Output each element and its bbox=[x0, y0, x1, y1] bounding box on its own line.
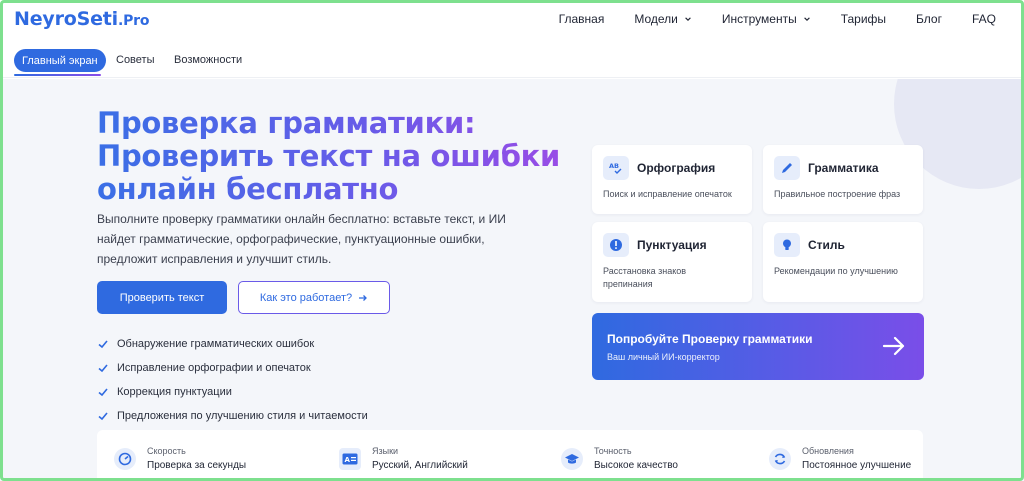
how-it-works-button[interactable]: Как это работает? bbox=[238, 281, 390, 314]
site-logo[interactable]: NeyroSeti.Pro bbox=[14, 8, 149, 30]
active-tab-indicator bbox=[14, 74, 101, 76]
exclamation-icon bbox=[603, 233, 629, 257]
stat-value: Высокое качество bbox=[594, 460, 678, 471]
try-grammar-check-banner[interactable]: Попробуйте Проверку грамматики Ваш личны… bbox=[592, 313, 924, 380]
card-description: Расстановка знаков препинания bbox=[603, 266, 687, 289]
card-style[interactable]: Стиль Рекомендации по улучшению bbox=[763, 222, 923, 302]
card-title: Пунктуация bbox=[637, 238, 707, 252]
card-punctuation[interactable]: Пунктуация Расстановка знаков препинания bbox=[592, 222, 752, 302]
nav-label: Инструменты bbox=[721, 12, 797, 26]
logo-text: NeyroSeti bbox=[14, 8, 118, 30]
stat-value: Проверка за секунды bbox=[147, 460, 247, 471]
hero-section: Проверка грамматики: Проверить текст на … bbox=[0, 79, 1024, 481]
feature-text: Исправление орфографии и опечаток bbox=[117, 362, 311, 374]
stat-value: Постоянное улучшение bbox=[802, 460, 912, 471]
nav-item-pricing[interactable]: Тарифы bbox=[841, 12, 886, 26]
nav-label: FAQ bbox=[971, 12, 996, 26]
feature-text: Коррекция пунктуации bbox=[117, 386, 232, 398]
button-label: Как это работает? bbox=[259, 291, 353, 304]
card-grammar[interactable]: Грамматика Правильное построение фраз bbox=[763, 145, 923, 214]
card-description: Правильное построение фраз bbox=[774, 189, 901, 199]
stat-updates: Обновления Постоянное улучшение bbox=[769, 445, 911, 473]
check-icon bbox=[98, 364, 108, 373]
stat-languages: A Языки Русский, Английский bbox=[339, 445, 468, 473]
list-item: Обнаружение грамматических ошибок bbox=[97, 332, 368, 356]
refresh-icon bbox=[769, 448, 791, 470]
chevron-down-icon bbox=[685, 17, 691, 21]
tab-main-screen[interactable]: Главный экран bbox=[14, 49, 106, 72]
list-item: Исправление орфографии и опечаток bbox=[97, 356, 368, 380]
feature-list: Обнаружение грамматических ошибок Исправ… bbox=[97, 332, 368, 428]
card-description: Рекомендации по улучшению bbox=[774, 266, 898, 276]
spellcheck-icon: AB bbox=[603, 156, 629, 180]
page-title: Проверка грамматики: Проверить текст на … bbox=[97, 107, 567, 206]
check-text-button[interactable]: Проверить текст bbox=[97, 281, 227, 314]
nav-label: Главная bbox=[558, 12, 605, 26]
card-description: Поиск и исправление опечаток bbox=[603, 189, 732, 199]
stat-label: Скорость bbox=[147, 446, 186, 456]
svg-text:AB: AB bbox=[609, 162, 619, 170]
nav-item-tools[interactable]: Инструменты bbox=[722, 12, 811, 26]
button-label: Проверить текст bbox=[119, 291, 205, 304]
title-line: онлайн бесплатно bbox=[97, 172, 399, 206]
arrow-right-icon bbox=[359, 294, 368, 301]
check-icon bbox=[98, 412, 108, 421]
hero-description: Выполните проверку грамматики онлайн бес… bbox=[97, 212, 506, 266]
pencil-icon bbox=[774, 156, 800, 180]
nav-label: Блог bbox=[916, 12, 942, 26]
list-item: Предложения по улучшению стиля и читаемо… bbox=[97, 404, 368, 428]
promo-title: Попробуйте Проверку грамматики bbox=[607, 332, 813, 346]
tab-features[interactable]: Возможности bbox=[174, 54, 242, 66]
speedometer-icon bbox=[114, 448, 136, 470]
check-icon bbox=[98, 388, 108, 397]
card-spelling[interactable]: AB Орфография Поиск и исправление опечат… bbox=[592, 145, 752, 214]
tab-label: Главный экран bbox=[22, 54, 98, 67]
nav-label: Модели bbox=[634, 12, 678, 26]
stat-label: Точность bbox=[594, 446, 632, 456]
nav-item-models[interactable]: Модели bbox=[634, 12, 692, 26]
list-item: Коррекция пунктуации bbox=[97, 380, 368, 404]
stat-value: Русский, Английский bbox=[372, 460, 468, 471]
stats-bar: Скорость Проверка за секунды A Языки Русск… bbox=[97, 430, 923, 481]
nav-item-faq[interactable]: FAQ bbox=[972, 12, 996, 26]
promo-subtitle: Ваш личный ИИ-корректор bbox=[607, 352, 720, 362]
feature-text: Обнаружение грамматических ошибок bbox=[117, 338, 315, 350]
card-title: Стиль bbox=[808, 238, 845, 252]
nav-item-home[interactable]: Главная bbox=[559, 12, 605, 26]
check-icon bbox=[98, 340, 108, 349]
card-title: Грамматика bbox=[808, 161, 879, 175]
card-title: Орфография bbox=[637, 161, 716, 175]
translate-icon: A bbox=[339, 448, 361, 470]
title-line: Проверить текст на ошибки bbox=[97, 139, 561, 173]
title-line: Проверка грамматики: bbox=[97, 106, 476, 140]
nav-label: Тарифы bbox=[840, 12, 887, 26]
section-tabs: Главный экран Советы Возможности bbox=[0, 42, 1024, 78]
main-nav: Главная Модели Инструменты Тарифы Блог F… bbox=[529, 12, 996, 26]
top-navbar: NeyroSeti.Pro Главная Модели Инструменты… bbox=[0, 0, 1024, 42]
graduation-cap-icon bbox=[561, 448, 583, 470]
stat-accuracy: Точность Высокое качество bbox=[561, 445, 678, 473]
svg-text:A: A bbox=[345, 456, 351, 464]
feature-text: Предложения по улучшению стиля и читаемо… bbox=[117, 410, 368, 422]
stat-label: Языки bbox=[372, 446, 399, 456]
logo-suffix: .Pro bbox=[117, 13, 150, 29]
chevron-down-icon bbox=[803, 17, 810, 21]
arrow-right-icon bbox=[882, 336, 905, 356]
nav-item-blog[interactable]: Блог bbox=[916, 12, 942, 26]
tab-tips[interactable]: Советы bbox=[116, 54, 154, 66]
stat-label: Обновления bbox=[802, 446, 854, 456]
stat-speed: Скорость Проверка за секунды bbox=[114, 445, 246, 473]
lightbulb-icon bbox=[774, 233, 800, 257]
